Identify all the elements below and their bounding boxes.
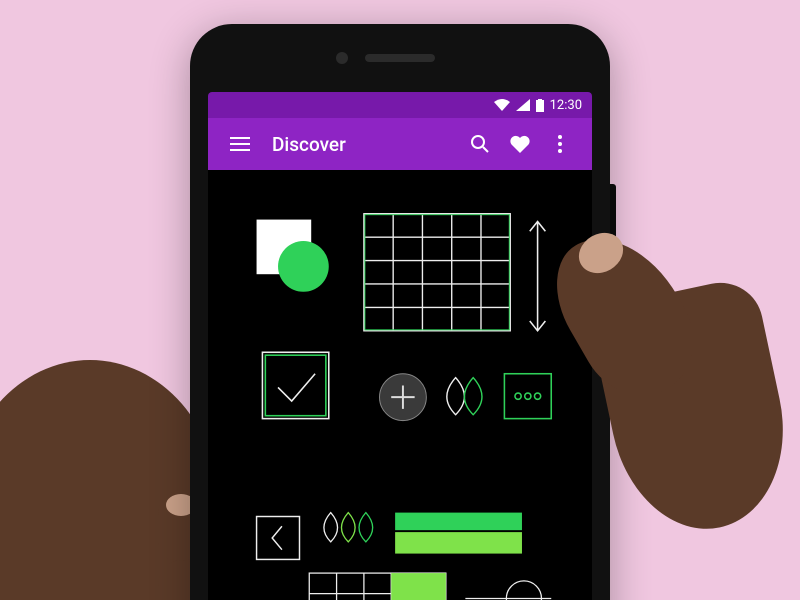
battery-icon: [536, 99, 544, 112]
cell-signal-icon: [516, 99, 530, 111]
search-button[interactable]: [460, 124, 500, 164]
product-shot: 12:30 Discover: [0, 0, 800, 600]
phone-camera: [336, 52, 348, 64]
more-vert-icon: [558, 135, 562, 153]
search-icon: [470, 134, 490, 154]
menu-button[interactable]: [220, 124, 260, 164]
card-illustration: [239, 497, 561, 600]
heart-icon: [510, 135, 530, 153]
wifi-icon: [494, 99, 510, 111]
discover-card[interactable]: [222, 184, 578, 464]
status-time: 12:30: [550, 98, 582, 113]
card-illustration: [239, 203, 561, 443]
overflow-button[interactable]: [540, 124, 580, 164]
content-scroll[interactable]: [208, 170, 592, 600]
hamburger-icon: [230, 137, 250, 151]
app-bar: Discover: [208, 118, 592, 170]
page-title: Discover: [272, 133, 460, 156]
favorites-button[interactable]: [500, 124, 540, 164]
phone-screen: 12:30 Discover: [208, 92, 592, 600]
hand-thumb: [540, 200, 760, 520]
status-bar: 12:30: [208, 92, 592, 118]
discover-card[interactable]: [222, 478, 578, 600]
phone-speaker: [365, 54, 435, 62]
